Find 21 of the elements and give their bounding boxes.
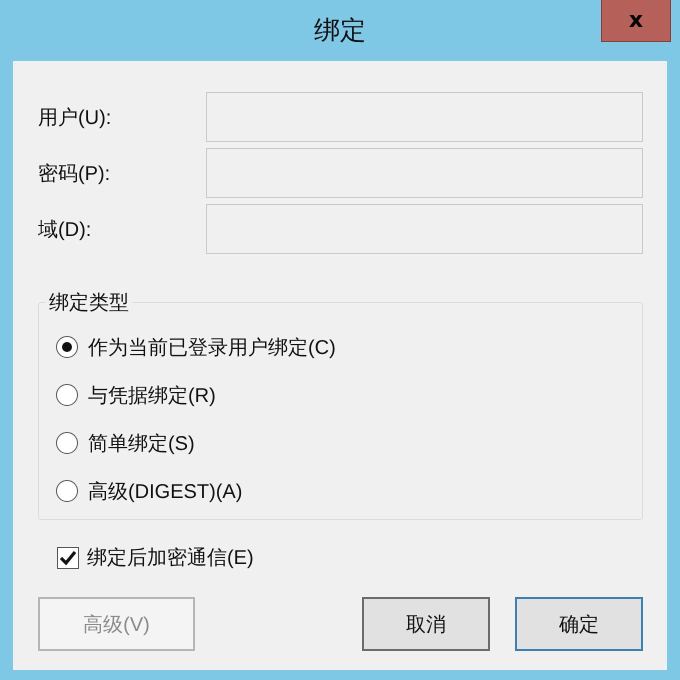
radio-button[interactable] bbox=[56, 480, 78, 502]
checkbox[interactable] bbox=[57, 546, 79, 568]
radio-button[interactable] bbox=[56, 384, 78, 406]
radio-button[interactable] bbox=[56, 432, 78, 454]
checkmark-icon bbox=[59, 550, 77, 566]
radio-label: 简单绑定(S) bbox=[88, 432, 195, 456]
checkbox-label: 绑定后加密通信(E) bbox=[87, 546, 254, 571]
dialog-button[interactable]: 确定 bbox=[515, 597, 643, 651]
radio-label: 高级(DIGEST)(A) bbox=[88, 480, 242, 504]
input-field[interactable] bbox=[206, 204, 643, 254]
radio-button[interactable] bbox=[56, 336, 78, 358]
input-field[interactable] bbox=[206, 92, 643, 142]
field-label: 用户(U): bbox=[38, 106, 112, 130]
dialog-button[interactable]: 取消 bbox=[362, 597, 490, 651]
field-label: 密码(P): bbox=[38, 162, 112, 186]
close-button[interactable]: x bbox=[601, 0, 671, 42]
radio-label: 与凭据绑定(R) bbox=[88, 384, 216, 408]
field-label: 域(D): bbox=[38, 218, 92, 242]
radio-label: 作为当前已登录用户绑定(C) bbox=[88, 336, 336, 360]
input-field[interactable] bbox=[206, 148, 643, 198]
window-title: 绑定 bbox=[314, 14, 366, 47]
